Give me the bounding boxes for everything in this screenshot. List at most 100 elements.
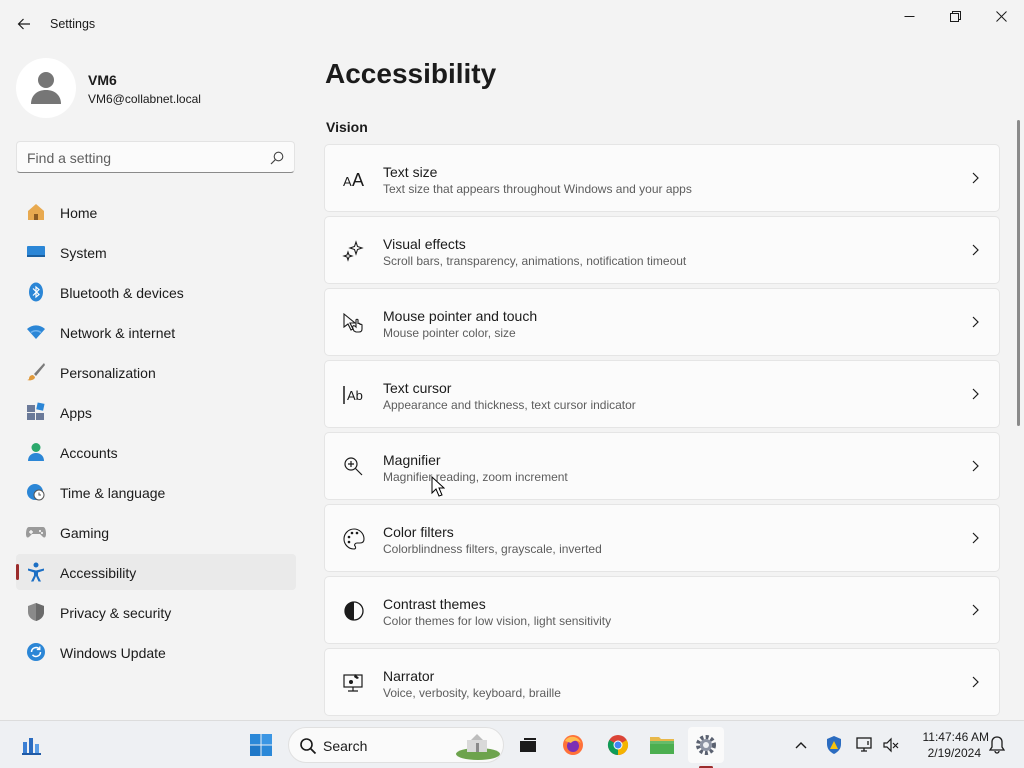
chevron-right-icon — [972, 460, 979, 472]
sidebar-item-personalization[interactable]: Personalization — [16, 354, 296, 390]
chevron-up-icon — [795, 742, 807, 749]
sidebar-item-network[interactable]: Network & internet — [16, 314, 296, 350]
sidebar-item-label: Home — [60, 205, 98, 221]
network-monitor-icon — [856, 737, 872, 752]
sidebar-item-label: Gaming — [60, 525, 110, 541]
sidebar-item-home[interactable]: Home — [16, 194, 296, 230]
card-description: Mouse pointer color, size — [383, 326, 516, 340]
card-contrast-themes[interactable]: Contrast themes Color themes for low vis… — [324, 576, 1000, 644]
sidebar-item-label: Accessibility — [60, 565, 137, 581]
firefox-button[interactable] — [555, 727, 591, 763]
chevron-right-icon — [972, 532, 979, 544]
sidebar-item-time-language[interactable]: Time & language — [16, 474, 296, 510]
card-text-cursor[interactable]: Ab Text cursor Appearance and thickness,… — [324, 360, 1000, 428]
chrome-icon — [607, 735, 629, 756]
card-title: Magnifier — [383, 452, 441, 468]
gamepad-icon — [26, 527, 46, 538]
contrast-icon — [344, 601, 364, 621]
search-highlight-icon — [456, 734, 500, 760]
avatar — [16, 58, 76, 118]
volume-tray-button[interactable] — [876, 727, 906, 763]
volume-muted-icon — [883, 737, 899, 753]
card-color-filters[interactable]: Color filters Colorblindness filters, gr… — [324, 504, 1000, 572]
file-explorer-button[interactable] — [644, 727, 680, 763]
card-title: Narrator — [383, 668, 435, 684]
settings-taskbar-button[interactable] — [688, 727, 724, 763]
globe-clock-icon — [27, 484, 45, 501]
sidebar-item-system[interactable]: System — [16, 234, 296, 270]
accessibility-icon — [28, 562, 44, 582]
taskbar: Search 11:47:46 AM 2/19/2024 — [0, 720, 1024, 768]
sidebar-item-label: System — [60, 245, 107, 261]
section-title-vision: Vision — [326, 119, 368, 135]
back-button[interactable] — [10, 10, 38, 38]
app-title: Settings — [50, 17, 96, 31]
widgets-button[interactable] — [14, 727, 50, 763]
chevron-right-icon — [972, 388, 979, 400]
sidebar-nav: Home System Bluetooth & devices Network … — [16, 194, 296, 674]
bell-icon — [989, 736, 1005, 754]
taskbar-clock-date[interactable]: 2/19/2024 — [905, 746, 981, 760]
settings-search-box[interactable] — [16, 141, 295, 173]
taskbar-clock-time[interactable]: 11:47:46 AM — [905, 730, 990, 744]
card-visual-effects[interactable]: Visual effects Scroll bars, transparency… — [324, 216, 1000, 284]
settings-card-list: AA Text size Text size that appears thro… — [324, 144, 1000, 720]
minimize-button[interactable] — [886, 0, 932, 32]
pointer-touch-icon — [343, 312, 363, 333]
svg-text:Ab: Ab — [347, 388, 363, 403]
card-text-size[interactable]: AA Text size Text size that appears thro… — [324, 144, 1000, 212]
magnifier-icon — [344, 457, 363, 476]
sidebar-item-label: Network & internet — [60, 325, 176, 341]
sidebar-item-label: Personalization — [60, 365, 156, 381]
chevron-right-icon — [972, 244, 979, 256]
task-view-button[interactable] — [510, 727, 546, 763]
notifications-button[interactable] — [982, 727, 1012, 763]
card-title: Color filters — [383, 524, 454, 540]
text-size-icon: AA — [343, 170, 364, 190]
firefox-icon — [563, 735, 583, 755]
security-tray-button[interactable] — [818, 727, 850, 763]
card-description: Text size that appears throughout Window… — [383, 182, 692, 196]
home-icon — [28, 204, 44, 220]
sidebar-item-windows-update[interactable]: Windows Update — [16, 634, 296, 670]
card-magnifier[interactable]: Magnifier Magnifier reading, zoom increm… — [324, 432, 1000, 500]
gear-icon — [696, 735, 716, 755]
start-button[interactable] — [243, 727, 279, 763]
card-description: Scroll bars, transparency, animations, n… — [383, 254, 687, 268]
mouse-cursor-icon — [431, 476, 445, 497]
scrollbar[interactable] — [1017, 120, 1020, 426]
sidebar-item-label: Accounts — [60, 445, 118, 461]
sidebar-item-bluetooth[interactable]: Bluetooth & devices — [16, 274, 296, 310]
search-icon[interactable] — [270, 151, 284, 165]
user-email: VM6@collabnet.local — [88, 92, 201, 106]
card-narrator[interactable]: Narrator Voice, verbosity, keyboard, bra… — [324, 648, 1000, 716]
defender-shield-icon — [827, 736, 841, 754]
maximize-button[interactable] — [932, 0, 978, 32]
search-input[interactable] — [27, 148, 267, 168]
card-title: Text cursor — [383, 380, 452, 396]
sidebar-item-label: Apps — [60, 405, 92, 421]
person-silhouette-icon — [31, 72, 61, 104]
paintbrush-icon — [27, 363, 45, 381]
chrome-button[interactable] — [600, 727, 636, 763]
sidebar-item-accessibility[interactable]: Accessibility — [16, 554, 296, 590]
taskbar-search[interactable]: Search — [288, 727, 504, 763]
person-icon — [28, 443, 44, 461]
sidebar-item-label: Windows Update — [60, 645, 166, 661]
task-view-icon — [520, 738, 536, 752]
sidebar-item-apps[interactable]: Apps — [16, 394, 296, 430]
chevron-right-icon — [972, 676, 979, 688]
sparkle-icon — [342, 240, 364, 262]
card-description: Appearance and thickness, text cursor in… — [383, 398, 636, 412]
apps-icon — [27, 402, 45, 420]
restore-icon — [949, 10, 961, 22]
show-hidden-icons-button[interactable] — [784, 727, 818, 763]
sidebar-item-accounts[interactable]: Accounts — [16, 434, 296, 470]
back-arrow-icon — [17, 18, 30, 30]
sidebar-item-label: Time & language — [60, 485, 166, 501]
user-profile[interactable]: VM6 VM6@collabnet.local — [16, 58, 296, 118]
close-button[interactable] — [978, 0, 1024, 32]
sidebar-item-gaming[interactable]: Gaming — [16, 514, 296, 550]
sidebar-item-privacy[interactable]: Privacy & security — [16, 594, 296, 630]
card-mouse-pointer-touch[interactable]: Mouse pointer and touch Mouse pointer co… — [324, 288, 1000, 356]
